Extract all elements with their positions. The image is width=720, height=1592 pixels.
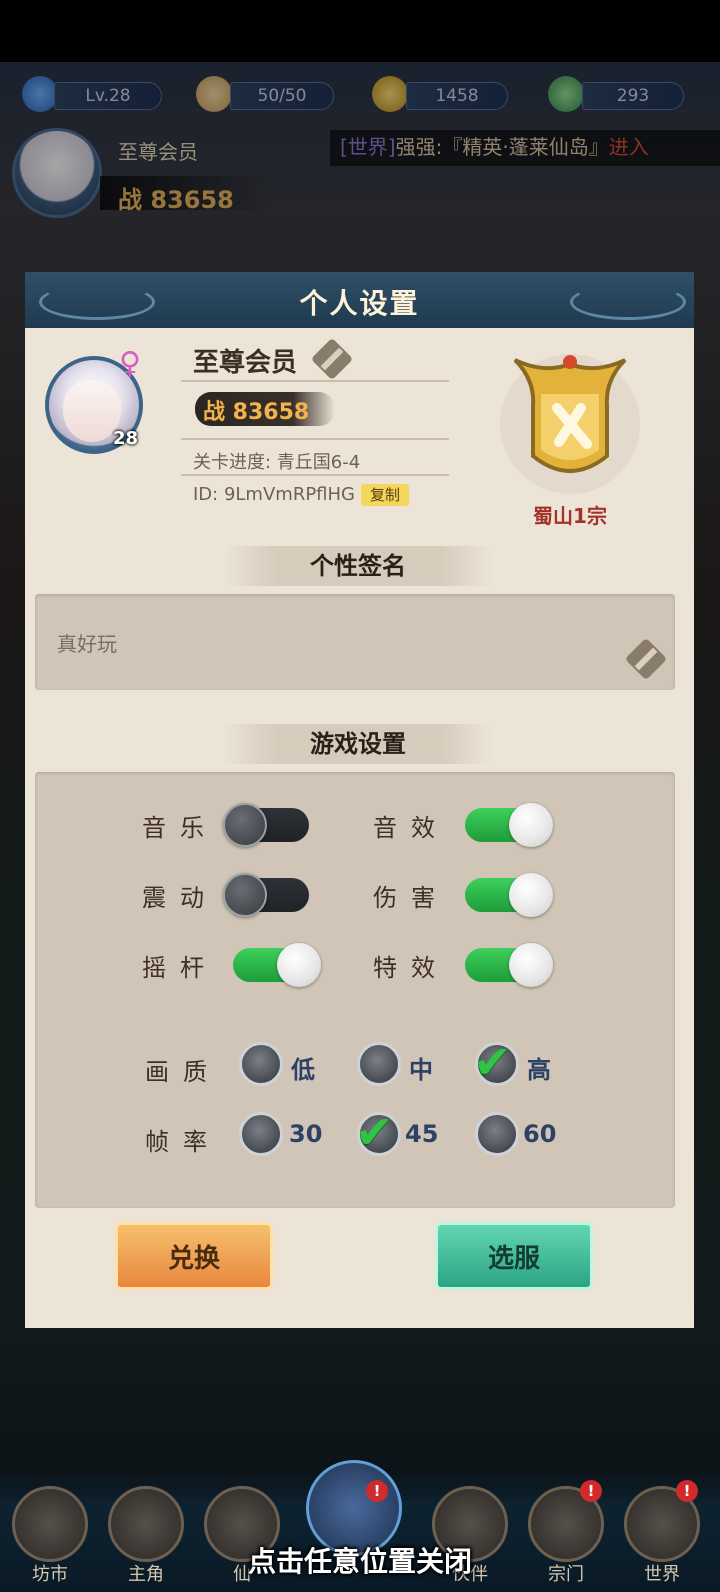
game-settings-panel: 音乐 音效 震动 伤害 摇杆 特效 画质 低 中 ✔ 高 帧率 30 ✔ 45 … xyxy=(35,772,675,1208)
copy-id-button[interactable]: 复制 xyxy=(361,484,409,506)
toggle-knob xyxy=(509,803,553,847)
joystick-label: 摇杆 xyxy=(142,954,218,982)
divider xyxy=(181,474,449,476)
framerate-60-radio[interactable] xyxy=(475,1112,519,1156)
music-toggle[interactable] xyxy=(223,803,309,847)
edit-name-icon[interactable] xyxy=(310,337,354,381)
guild-emblem-icon[interactable] xyxy=(495,346,645,496)
toggle-knob xyxy=(277,943,321,987)
framerate-label: 帧率 xyxy=(145,1128,221,1156)
notification-badge: ! xyxy=(676,1480,698,1502)
divider xyxy=(181,438,449,440)
profile-level: 28 xyxy=(113,428,139,449)
quality-low-radio[interactable] xyxy=(239,1042,283,1086)
framerate-30-label: 30 xyxy=(289,1120,323,1148)
joystick-toggle[interactable] xyxy=(233,943,321,987)
profile-name: 至尊会员 xyxy=(193,348,298,378)
framerate-30-radio[interactable] xyxy=(239,1112,283,1156)
stage-progress: 关卡进度: 青丘国6-4 xyxy=(193,452,361,473)
toggle-knob xyxy=(509,873,553,917)
check-icon: ✔ xyxy=(473,1035,512,1089)
vibration-toggle[interactable] xyxy=(223,873,309,917)
personal-settings-modal: 个人设置 ♀ 28 至尊会员 战 83658 关卡进度: 青丘国6-4 ID: … xyxy=(25,272,694,1328)
framerate-60-label: 60 xyxy=(523,1120,557,1148)
edit-signature-icon[interactable] xyxy=(624,637,668,681)
special-effect-toggle[interactable] xyxy=(465,943,553,987)
game-settings-section-title: 游戏设置 xyxy=(223,724,493,764)
sound-effect-toggle[interactable] xyxy=(465,803,553,847)
guild-name: 蜀山1宗 xyxy=(533,504,607,528)
notification-badge: ! xyxy=(366,1480,388,1502)
quality-high-label: 高 xyxy=(527,1056,551,1084)
tap-to-close-hint[interactable]: 点击任意位置关闭 xyxy=(0,1540,720,1580)
notification-badge: ! xyxy=(580,1480,602,1502)
vibration-label: 震动 xyxy=(142,884,218,912)
modal-header: 个人设置 xyxy=(25,272,694,328)
special-effect-label: 特效 xyxy=(373,954,449,982)
divider xyxy=(181,380,449,382)
damage-toggle[interactable] xyxy=(465,873,553,917)
gender-female-icon: ♀ xyxy=(119,346,141,381)
modal-title: 个人设置 xyxy=(299,287,420,320)
toggle-knob xyxy=(509,943,553,987)
redeem-button[interactable]: 兑换 xyxy=(115,1222,273,1290)
quality-label: 画质 xyxy=(145,1058,221,1086)
signature-section-title: 个性签名 xyxy=(223,546,493,586)
profile-power: 战 83658 xyxy=(203,400,310,425)
toggle-knob xyxy=(223,873,267,917)
select-server-button[interactable]: 选服 xyxy=(435,1222,593,1290)
player-id: ID: 9LmVmRPflHG xyxy=(193,484,355,505)
signature-text: 真好玩 xyxy=(57,632,117,656)
sound-effect-label: 音效 xyxy=(373,814,449,842)
music-label: 音乐 xyxy=(142,814,218,842)
toggle-knob xyxy=(223,803,267,847)
check-icon: ✔ xyxy=(355,1105,394,1159)
quality-low-label: 低 xyxy=(291,1056,315,1084)
framerate-45-label: 45 xyxy=(405,1120,439,1148)
signature-panel[interactable]: 真好玩 xyxy=(35,594,675,690)
quality-mid-label: 中 xyxy=(409,1056,433,1084)
damage-label: 伤害 xyxy=(373,884,449,912)
quality-mid-radio[interactable] xyxy=(357,1042,401,1086)
